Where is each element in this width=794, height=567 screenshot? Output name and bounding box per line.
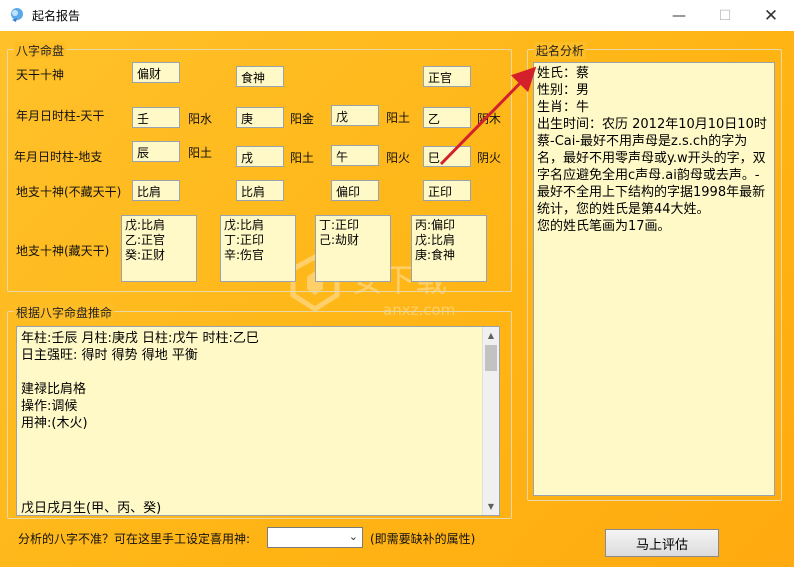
analysis-panel-label: 起名分析 (534, 42, 587, 59)
minimize-icon[interactable]: — (656, 0, 702, 31)
inference-line: 操作:调候 (21, 399, 78, 414)
hidden-line: 戊:比肩 (224, 218, 265, 232)
hidden-line: 丙:偏印 (415, 218, 456, 232)
close-icon[interactable]: ✕ (748, 0, 794, 31)
inference-scrollbar[interactable]: ▲ ▼ (482, 327, 499, 515)
xiyongshen-prompt: 分析的八字不准？可在这里手工设定喜用神: (18, 532, 251, 546)
tiangan-day-attr: 阳土 (386, 111, 411, 125)
label-tiangan-shishen: 天干十神 (16, 68, 65, 82)
analysis-line: 您的姓氏笔画为17画。 (537, 219, 671, 234)
inference-line: 用神:(木火) (21, 416, 88, 431)
inference-line (21, 466, 481, 483)
inference-panel-label: 根据八字命盘推命 (14, 304, 115, 321)
analysis-line: 蔡-Cai-最好不用声母是z.s.ch的字为名，最好不用零声母或y.w开头的字，… (537, 134, 766, 217)
dizhi-day-attr: 阳火 (386, 151, 411, 165)
hidden-line: 丁:正印 (319, 218, 360, 232)
inference-line: 年柱:壬辰 月柱:庚戌 日柱:戊午 时柱:乙巳 (21, 331, 259, 346)
label-dizhi-shishen-plain: 地支十神(不藏天干) (16, 185, 122, 199)
inference-line (21, 432, 481, 449)
analysis-line: 出生时间：农历 2012年10月10日10时 (537, 117, 767, 132)
hidden-line: 辛:伤官 (224, 248, 265, 262)
inference-line (21, 483, 481, 500)
hidden-line: 庚:食神 (415, 248, 456, 262)
hidden-line: 戊:比肩 (415, 233, 456, 247)
hidden-line: 乙:正官 (125, 233, 166, 247)
tiangan-day[interactable]: 戊 (331, 105, 379, 126)
dizhi-shishen-hidden-day[interactable]: 丁:正印 己:劫财 (315, 215, 391, 282)
dizhi-shishen-plain-hour[interactable]: 正印 (423, 180, 471, 201)
tiangan-month-attr: 阳金 (290, 112, 315, 126)
analysis-lines: 姓氏：蔡性别：男生肖：牛出生时间：农历 2012年10月10日10时蔡-Cai-… (537, 65, 771, 235)
bazi-panel-label: 八字命盘 (14, 42, 67, 59)
tiangan-hour-attr: 阴木 (477, 112, 502, 126)
dizhi-shishen-hidden-year[interactable]: 戊:比肩 乙:正官 癸:正财 (121, 215, 197, 282)
main-panel: 安下载 anxz.com 八字命盘 天干十神 年月日时柱-天干 年月日时柱-地支… (0, 31, 794, 567)
dizhi-month-attr: 阳土 (290, 151, 315, 165)
dizhi-shishen-plain-year[interactable]: 比肩 (132, 180, 180, 201)
scroll-up-icon[interactable]: ▲ (483, 327, 499, 344)
dizhi-shishen-hidden-hour[interactable]: 丙:偏印 戊:比肩 庚:食神 (411, 215, 487, 282)
hidden-line: 丁:正印 (224, 233, 265, 247)
dizhi-year[interactable]: 辰 (132, 141, 180, 162)
dizhi-month[interactable]: 戌 (236, 146, 284, 167)
hidden-line: 己:劫财 (319, 233, 360, 247)
app-logo-icon (11, 8, 23, 22)
dizhi-hour[interactable]: 巳 (423, 146, 471, 167)
xiyongshen-hint: (即需要缺补的属性) (370, 532, 476, 546)
label-tiangan: 年月日时柱-天干 (16, 109, 105, 123)
scroll-thumb[interactable] (485, 345, 497, 371)
xiyongshen-select[interactable]: ⌄ (267, 527, 363, 548)
tiangan-hour[interactable]: 乙 (423, 107, 471, 128)
analysis-line: 姓氏：蔡 (537, 66, 590, 81)
chevron-down-icon: ⌄ (348, 530, 358, 543)
inference-line (21, 364, 481, 381)
tiangan-year-attr: 阳水 (188, 112, 213, 126)
tiangan-shishen-year[interactable]: 偏财 (132, 62, 180, 83)
dizhi-shishen-plain-day[interactable]: 偏印 (331, 180, 379, 201)
label-dizhi-shishen-hidden: 地支十神(藏天干) (16, 244, 110, 258)
scroll-down-icon[interactable]: ▼ (483, 498, 499, 515)
label-dizhi: 年月日时柱-地支 (14, 150, 103, 164)
hidden-line: 癸:正财 (125, 248, 166, 262)
window-title: 起名报告 (32, 9, 81, 23)
dizhi-hour-attr: 阴火 (477, 151, 502, 165)
dizhi-shishen-plain-month[interactable]: 比肩 (236, 180, 284, 201)
title-bar: 起名报告 — ☐ ✕ (0, 0, 794, 31)
maximize-icon[interactable]: ☐ (702, 0, 748, 31)
inference-line (21, 449, 481, 466)
inference-line: 戊日戌月生(甲、丙、癸) (21, 501, 162, 516)
dizhi-year-attr: 阳土 (188, 146, 213, 160)
tiangan-shishen-month[interactable]: 食神 (236, 66, 284, 87)
inference-lines: 年柱:壬辰 月柱:庚戌 日柱:戊午 时柱:乙巳 日主强旺: 得时 得势 得地 平衡… (21, 330, 481, 516)
evaluate-button[interactable]: 马上评估 (605, 529, 719, 557)
tiangan-year[interactable]: 壬 (132, 107, 180, 128)
inference-line: 日主强旺: 得时 得势 得地 平衡 (21, 348, 198, 363)
analysis-textarea[interactable]: 姓氏：蔡性别：男生肖：牛出生时间：农历 2012年10月10日10时蔡-Cai-… (533, 62, 775, 496)
dizhi-shishen-hidden-month[interactable]: 戊:比肩 丁:正印 辛:伤官 (220, 215, 296, 282)
analysis-line: 性别：男 (537, 83, 590, 98)
hidden-line: 戊:比肩 (125, 218, 166, 232)
inference-line: 建禄比肩格 (21, 382, 87, 397)
tiangan-shishen-hour[interactable]: 正官 (423, 66, 471, 87)
analysis-line: 生肖：牛 (537, 100, 590, 115)
dizhi-day[interactable]: 午 (331, 145, 379, 166)
inference-textarea[interactable]: 年柱:壬辰 月柱:庚戌 日柱:戊午 时柱:乙巳 日主强旺: 得时 得势 得地 平衡… (16, 326, 500, 516)
tiangan-month[interactable]: 庚 (236, 107, 284, 128)
